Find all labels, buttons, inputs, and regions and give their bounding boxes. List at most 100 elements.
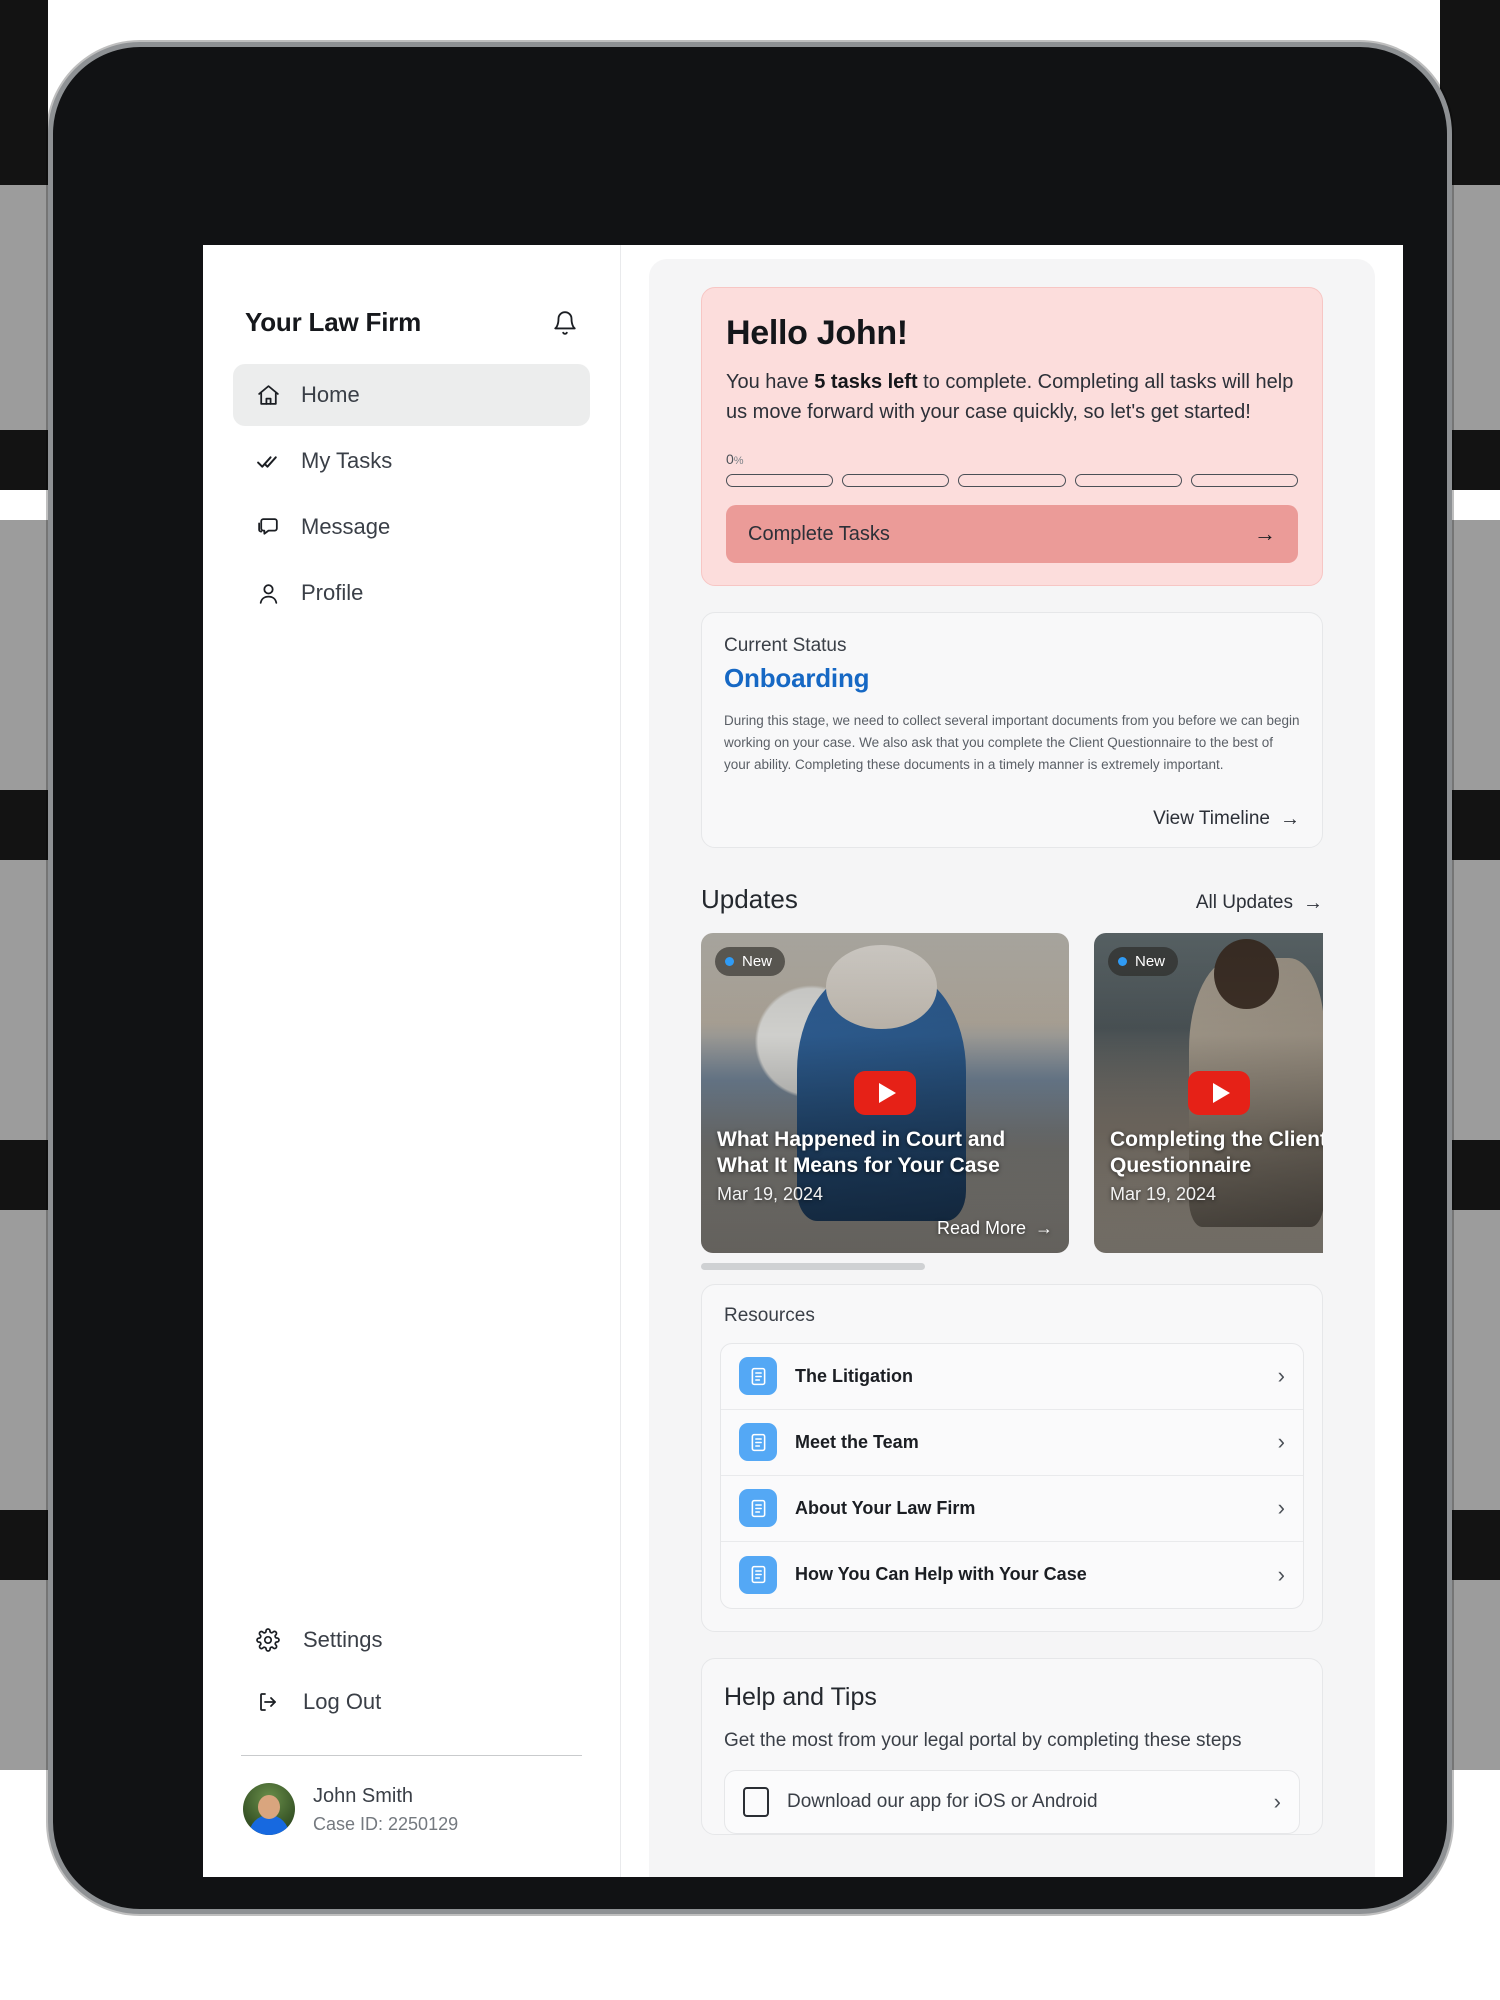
settings-button[interactable]: Settings	[233, 1609, 590, 1671]
backdrop-band	[0, 520, 48, 790]
gear-icon	[255, 1627, 281, 1653]
chevron-right-icon: ›	[1277, 1429, 1285, 1455]
video-title: What Happened in Court and What It Means…	[717, 1127, 1006, 1177]
new-badge-label: New	[1135, 952, 1166, 970]
new-badge-label: New	[742, 952, 773, 970]
sidebar-item-my-tasks[interactable]: My Tasks	[233, 430, 590, 492]
progress-segments	[726, 474, 1299, 487]
status-badge: New	[715, 946, 786, 976]
backdrop-band	[0, 860, 48, 1140]
sidebar-item-label: Message	[301, 514, 391, 539]
chevron-right-icon: ›	[1277, 1561, 1285, 1587]
user-name: John Smith	[313, 1784, 414, 1807]
sidebar-item-label: Home	[301, 382, 360, 407]
backdrop-band	[0, 185, 48, 455]
complete-tasks-label: Complete Tasks	[748, 522, 890, 545]
play-icon[interactable]	[854, 1070, 916, 1115]
sidebar-item-label: Profile	[301, 580, 364, 605]
carousel-scrollbar[interactable]	[701, 1262, 1323, 1270]
list-item-label: Download our app for iOS or Android	[787, 1790, 1098, 1812]
list-item[interactable]: How You Can Help with Your Case ›	[721, 1542, 1303, 1608]
sidebar-nav: Home My Tasks Message Profile	[233, 364, 590, 624]
complete-tasks-button[interactable]: Complete Tasks →	[726, 505, 1298, 563]
arrow-right-icon: →	[1254, 521, 1276, 546]
view-timeline-link[interactable]: View Timeline →	[1153, 808, 1300, 831]
status-card-footer: View Timeline →	[724, 808, 1300, 831]
chevron-right-icon: ›	[1273, 1788, 1281, 1814]
list-item-label: Meet the Team	[795, 1431, 919, 1452]
progress-segment	[1190, 474, 1299, 487]
list-item[interactable]: Meet the Team ›	[721, 1410, 1303, 1476]
logout-icon	[255, 1689, 281, 1715]
list-item-label: How You Can Help with Your Case	[795, 1564, 1087, 1585]
backdrop-band	[0, 1580, 48, 1770]
bell-icon[interactable]	[552, 310, 578, 336]
backdrop-band	[0, 430, 48, 490]
page-title: Hello John!	[726, 314, 908, 352]
list-item[interactable]: Download our app for iOS or Android ›	[725, 1771, 1299, 1833]
sidebar: Your Law Firm Home My Tasks Message Prof…	[203, 245, 621, 1877]
sidebar-item-label: My Tasks	[301, 448, 393, 473]
help-subtitle: Get the most from your legal portal by c…	[724, 1729, 1242, 1751]
sidebar-item-profile[interactable]: Profile	[233, 562, 590, 624]
status-description: During this stage, we need to collect se…	[724, 713, 1300, 772]
status-badge: Onboarding	[724, 663, 870, 693]
read-more-label: Read More	[936, 1217, 1026, 1238]
update-video-card[interactable]: New What Happened in Court and What It M…	[701, 932, 1069, 1253]
progress-segment	[842, 474, 950, 487]
arrow-right-icon: →	[1280, 807, 1300, 830]
new-dot-icon	[725, 956, 734, 966]
backdrop-band	[0, 1210, 48, 1510]
list-item-label: The Litigation	[795, 1365, 913, 1386]
arrow-right-icon: →	[1303, 891, 1323, 914]
backdrop-band	[0, 790, 48, 860]
chevron-right-icon: ›	[1277, 1495, 1285, 1521]
progress-segment	[958, 474, 1066, 487]
document-icon	[739, 1357, 777, 1396]
sidebar-user[interactable]: John Smith Case ID: 2250129	[233, 1756, 590, 1841]
resources-list: The Litigation › Meet the Team › About Y…	[720, 1342, 1304, 1609]
tasks-left-count: 5 tasks left	[814, 371, 918, 393]
view-timeline-label: View Timeline	[1153, 808, 1270, 830]
document-icon	[739, 1489, 777, 1528]
backdrop-band	[0, 1510, 48, 1580]
updates-title: Updates	[701, 883, 798, 914]
help-and-tips-section: Help and Tips Get the most from your leg…	[701, 1657, 1323, 1835]
hello-card: Hello John! You have 5 tasks left to com…	[701, 287, 1323, 586]
logout-label: Log Out	[303, 1688, 382, 1714]
progress-label: 0%	[726, 451, 1298, 467]
sidebar-header: Your Law Firm	[233, 245, 590, 364]
brand-title: Your Law Firm	[245, 307, 422, 337]
sidebar-footer: Settings Log Out John Smith Case ID: 225…	[233, 1609, 590, 1841]
app-screen: Your Law Firm Home My Tasks Message Prof…	[203, 245, 1403, 1877]
sidebar-item-home[interactable]: Home	[233, 364, 590, 426]
progress-unit: %	[733, 455, 744, 467]
list-item-label: About Your Law Firm	[795, 1497, 976, 1518]
document-icon	[739, 1423, 777, 1462]
read-more-link[interactable]: Read More →	[937, 1218, 1053, 1239]
progress-value: 0	[726, 451, 734, 467]
all-updates-link[interactable]: All Updates →	[1196, 892, 1323, 915]
help-list: Download our app for iOS or Android ›	[724, 1769, 1300, 1834]
person-icon	[255, 580, 281, 606]
chevron-right-icon: ›	[1277, 1363, 1285, 1389]
hello-card-body: You have 5 tasks left to complete. Compl…	[726, 367, 1298, 427]
update-video-card[interactable]: New Completing the Client Questionnaire …	[1094, 932, 1323, 1253]
user-case-id: Case ID: 2250129	[313, 1813, 459, 1834]
status-kicker: Current Status	[724, 635, 847, 656]
sidebar-item-message[interactable]: Message	[233, 496, 590, 558]
logout-button[interactable]: Log Out	[233, 1671, 590, 1733]
chat-icon	[255, 514, 281, 540]
settings-label: Settings	[303, 1626, 383, 1652]
main-content: Hello John! You have 5 tasks left to com…	[621, 245, 1403, 1877]
updates-carousel[interactable]: New What Happened in Court and What It M…	[701, 932, 1323, 1253]
list-item[interactable]: About Your Law Firm ›	[721, 1476, 1303, 1542]
video-title: Completing the Client Questionnaire	[1110, 1127, 1323, 1177]
progress-segment	[1074, 474, 1182, 487]
list-item[interactable]: The Litigation ›	[721, 1344, 1303, 1410]
play-icon[interactable]	[1188, 1070, 1250, 1115]
home-icon	[255, 382, 281, 408]
resources-title: Resources	[724, 1304, 815, 1326]
status-badge: New	[1108, 946, 1179, 976]
video-date: Mar 19, 2024	[1110, 1183, 1217, 1204]
